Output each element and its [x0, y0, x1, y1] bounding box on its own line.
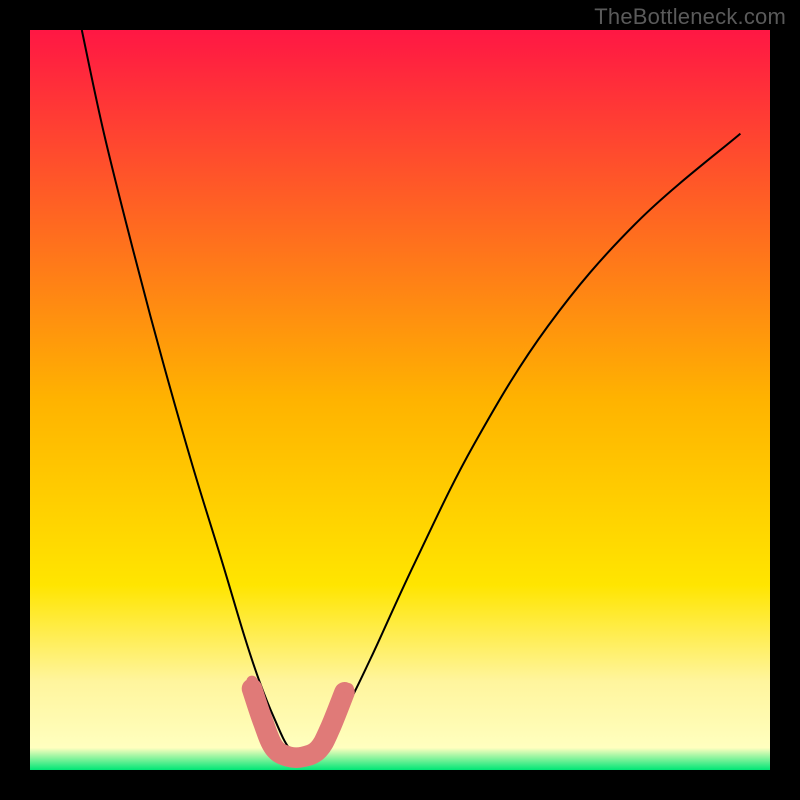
right-dot: [343, 683, 354, 694]
watermark-text: TheBottleneck.com: [594, 4, 786, 30]
left-dot: [246, 676, 257, 687]
plot-background: [30, 30, 770, 770]
bottleneck-chart: [30, 30, 770, 770]
chart-frame: TheBottleneck.com: [0, 0, 800, 800]
